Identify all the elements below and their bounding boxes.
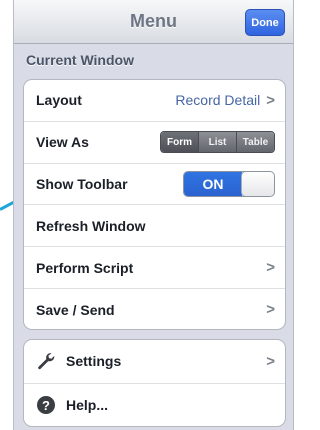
settings-row[interactable]: Settings > xyxy=(24,340,285,384)
save-send-row[interactable]: Save / Send > xyxy=(24,289,285,329)
view-as-option-list[interactable]: List xyxy=(198,132,236,153)
section-header-current-window: Current Window xyxy=(26,52,134,68)
view-as-segmented-control: Form List Table xyxy=(160,131,275,154)
extras-group: Settings > ? Help... xyxy=(23,339,286,427)
settings-label: Settings xyxy=(66,353,122,370)
perform-script-row[interactable]: Perform Script > xyxy=(24,247,285,289)
show-toolbar-toggle[interactable]: ON xyxy=(183,170,275,197)
current-window-group: Layout Record Detail > View As Form List… xyxy=(23,79,286,330)
layout-value: Record Detail xyxy=(175,92,261,109)
nav-bar: Menu Done xyxy=(14,0,293,44)
menu-panel: Menu Done Current Window Layout Record D… xyxy=(13,0,294,430)
screen: Menu Done Current Window Layout Record D… xyxy=(0,0,299,430)
chevron-right-icon: > xyxy=(266,91,275,109)
toggle-knob xyxy=(241,171,274,196)
refresh-window-row[interactable]: Refresh Window xyxy=(24,205,285,248)
perform-script-label: Perform Script xyxy=(36,259,134,276)
chevron-right-icon: > xyxy=(266,352,275,370)
save-send-label: Save / Send xyxy=(36,301,115,318)
wrench-icon xyxy=(36,351,56,371)
refresh-window-label: Refresh Window xyxy=(36,217,146,234)
view-as-row: View As Form List Table xyxy=(24,122,285,164)
help-icon: ? xyxy=(36,395,56,415)
done-button[interactable]: Done xyxy=(245,9,285,36)
show-toolbar-label: Show Toolbar xyxy=(36,175,128,192)
show-toolbar-row: Show Toolbar ON xyxy=(24,164,285,206)
view-as-option-table[interactable]: Table xyxy=(236,132,274,153)
help-row[interactable]: ? Help... xyxy=(24,384,285,427)
chevron-right-icon: > xyxy=(266,301,275,319)
chevron-right-icon: > xyxy=(266,259,275,277)
layout-label: Layout xyxy=(36,92,82,109)
toggle-on-label: ON xyxy=(184,171,242,196)
help-label: Help... xyxy=(66,397,109,414)
view-as-option-form[interactable]: Form xyxy=(161,132,198,153)
layout-row[interactable]: Layout Record Detail > xyxy=(24,80,285,122)
view-as-label: View As xyxy=(36,134,89,151)
